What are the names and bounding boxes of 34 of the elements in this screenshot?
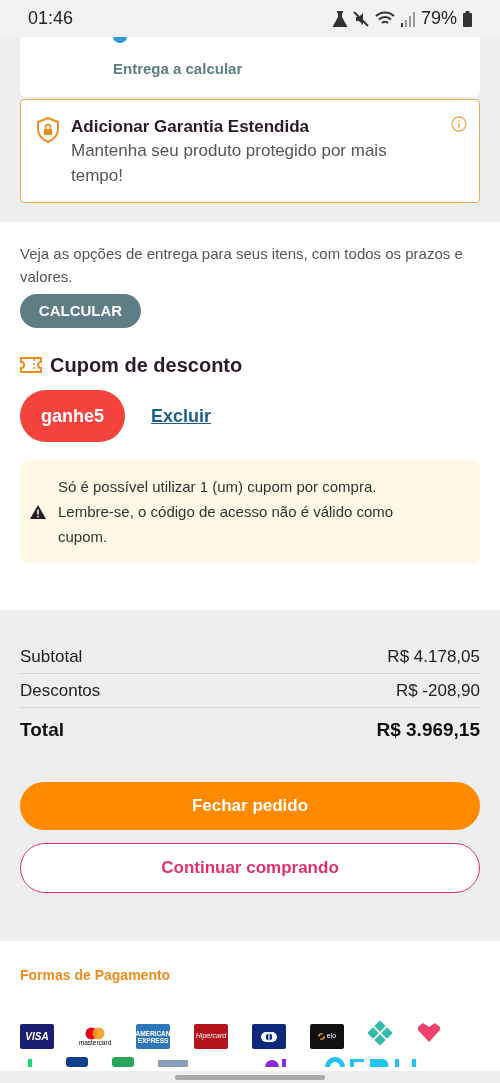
summary-label: Subtotal <box>20 645 83 668</box>
payment-title: Formas de Pagamento <box>20 966 172 985</box>
summary-value: R$ 4.178,05 <box>387 645 480 668</box>
checkout-button[interactable]: Fechar pedido <box>20 782 480 830</box>
info-icon[interactable] <box>451 116 467 132</box>
diamond-logo <box>368 1020 392 1045</box>
heart-logo <box>416 1022 442 1043</box>
shield-lock-icon <box>37 117 59 143</box>
summary-label: Descontos <box>20 679 101 702</box>
warning-icon <box>30 504 46 519</box>
delivery-marker-icon <box>113 37 127 43</box>
signal-icon <box>400 10 415 27</box>
total-value: R$ 3.969,15 <box>376 717 480 742</box>
remove-coupon-link[interactable]: Excluir <box>151 402 212 430</box>
battery-percent: 79% <box>420 7 457 30</box>
shipping-info-text: Veja as opções de entrega para seus itens, com todos os prazos e valores. <box>20 244 464 287</box>
calculate-button[interactable]: CALCULAR <box>20 294 141 328</box>
diners-logo <box>252 1024 286 1049</box>
warning-text: Só é possível utilizar 1 (um) cupom por compra. Lembre-se, o código de acesso não é válido como cupom. <box>58 477 395 547</box>
status-time: 01:46 <box>28 7 74 30</box>
delivery-status: Entrega a calcular <box>113 59 243 79</box>
continue-shopping-button[interactable]: Continuar comprando <box>20 843 480 893</box>
ticket-icon <box>20 356 42 374</box>
flask-icon <box>332 10 347 27</box>
battery-icon <box>463 10 472 27</box>
warranty-description: Mantenha seu produto protegido por mais tempo! <box>71 140 388 187</box>
summary-value: R$ -208,90 <box>395 679 480 702</box>
home-indicator[interactable] <box>175 1074 325 1080</box>
total-label: Total <box>20 717 64 742</box>
warranty-title: Adicionar Garantia Estendida <box>71 116 311 138</box>
mute-icon <box>352 10 369 27</box>
visa-logo: VISA <box>20 1024 54 1049</box>
coupon-code-chip: ganhe5 <box>20 390 125 442</box>
coupon-title: Cupom de desconto <box>50 353 243 378</box>
